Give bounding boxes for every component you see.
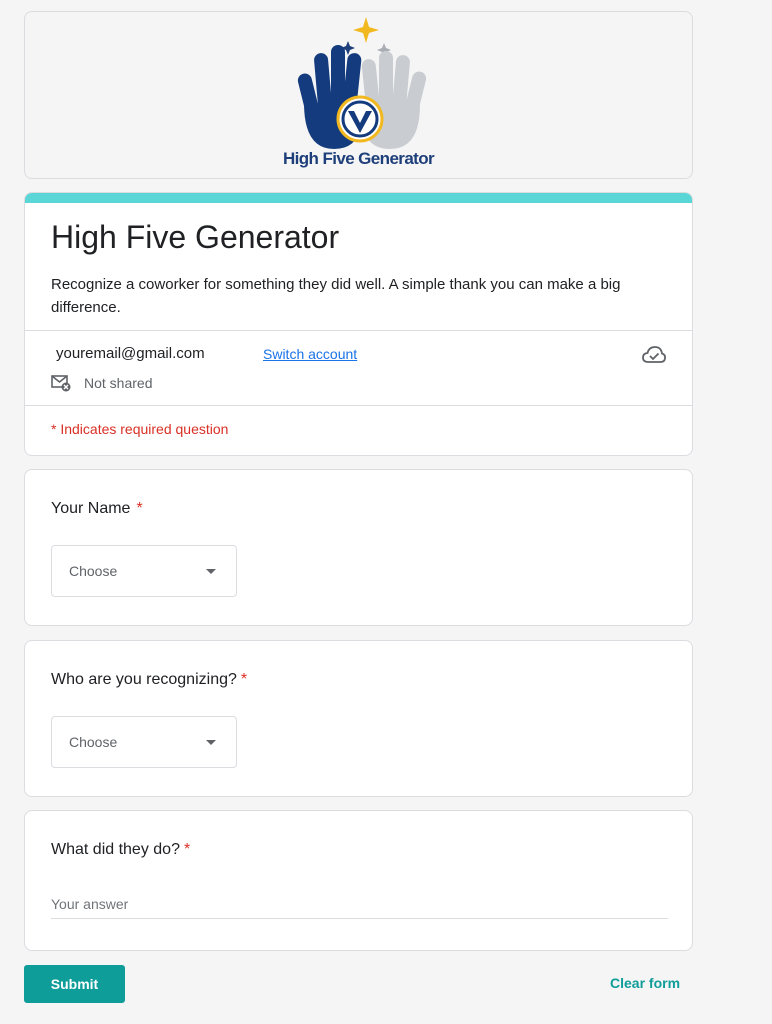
required-asterisk: * <box>240 671 248 688</box>
logo-text: High Five Generator <box>282 149 435 168</box>
dropdown-arrow-icon <box>206 740 216 745</box>
divider <box>25 405 692 406</box>
high-five-hands-icon <box>297 17 426 149</box>
form-title: High Five Generator <box>51 219 340 255</box>
dropdown-value: Choose <box>69 734 118 750</box>
not-shared-label: Not shared <box>84 375 153 391</box>
question-card-your-name: Your Name * Choose <box>24 469 693 626</box>
cloud-check-icon <box>642 346 666 363</box>
clear-form-button[interactable]: Clear form <box>610 975 680 991</box>
form-title-card: High Five Generator Recognize a coworker… <box>24 192 693 456</box>
dropdown-arrow-icon <box>206 569 216 574</box>
question-label: Who are you recognizing? <box>51 671 237 688</box>
high-five-logo: High Five Generator <box>274 15 444 175</box>
dropdown-value: Choose <box>69 563 118 579</box>
question-label: Your Name <box>51 500 131 517</box>
required-asterisk: * <box>183 841 191 858</box>
recognizing-dropdown[interactable]: Choose <box>51 716 237 768</box>
your-name-dropdown[interactable]: Choose <box>51 545 237 597</box>
divider <box>25 330 692 331</box>
question-title: What did they do? * <box>51 841 190 859</box>
form-description: Recognize a coworker for something they … <box>51 276 621 316</box>
question-card-what-did-they-do: What did they do? * <box>24 810 693 951</box>
required-question-note: * Indicates required question <box>51 421 229 437</box>
question-label: What did they do? <box>51 841 180 858</box>
accent-bar <box>25 193 692 203</box>
answer-input[interactable] <box>51 894 668 919</box>
switch-account-link[interactable]: Switch account <box>263 346 357 362</box>
question-title: Your Name * <box>51 500 143 518</box>
form-header-banner: High Five Generator <box>24 11 693 179</box>
question-title: Who are you recognizing? * <box>51 671 247 689</box>
submit-button[interactable]: Submit <box>24 965 125 1003</box>
required-asterisk: * <box>136 500 143 517</box>
account-email: youremail@gmail.com <box>56 345 205 362</box>
question-card-recognizing: Who are you recognizing? * Choose <box>24 640 693 797</box>
mail-blocked-icon <box>51 375 71 392</box>
